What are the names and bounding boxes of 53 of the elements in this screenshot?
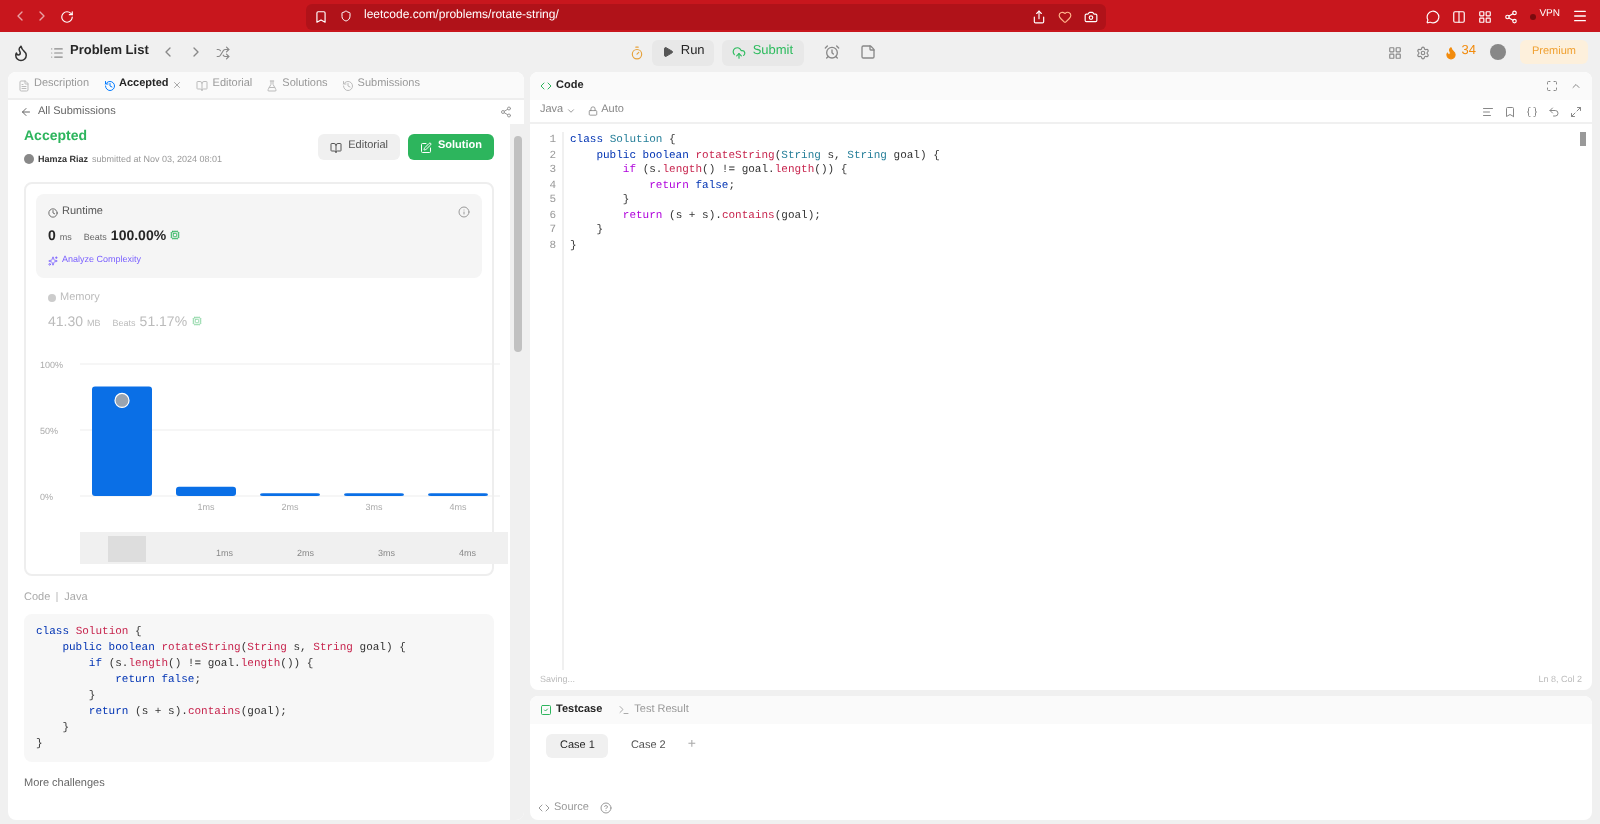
chevron-down-icon: [565, 106, 576, 116]
reload-icon[interactable]: [60, 9, 74, 23]
bookmark-icon[interactable]: [1504, 105, 1516, 117]
share-icon[interactable]: [1032, 9, 1046, 23]
bar: [92, 385, 152, 495]
range-handle[interactable]: [108, 535, 146, 561]
tab-icon: [266, 79, 279, 91]
layout-icon[interactable]: [1387, 45, 1402, 59]
note-icon[interactable]: [859, 44, 876, 60]
avatar-icon[interactable]: [1489, 44, 1506, 60]
chat-icon[interactable]: [1425, 9, 1440, 23]
site-info-icon[interactable]: [340, 10, 352, 22]
play-icon: [662, 46, 675, 58]
back-icon[interactable]: [12, 8, 28, 24]
tab-icon: [341, 79, 354, 91]
shuffle-icon[interactable]: [216, 45, 231, 59]
badge-icon: [170, 229, 181, 239]
scrollbar[interactable]: [510, 124, 524, 820]
vpn-status-icon: [1529, 13, 1536, 19]
reset-icon[interactable]: [1548, 105, 1560, 117]
back-arrow-icon: [20, 106, 32, 118]
checkbox-icon: [540, 704, 552, 716]
edit-icon: [420, 141, 432, 153]
debug-icon[interactable]: [630, 45, 645, 59]
sidebar-icon[interactable]: [1451, 9, 1466, 23]
menu-icon[interactable]: [1572, 8, 1588, 24]
book-icon: [330, 141, 343, 153]
info-icon[interactable]: [458, 206, 470, 219]
tab-icon: [103, 79, 116, 91]
format-icon[interactable]: [1482, 105, 1494, 117]
tab-icon: [196, 79, 209, 91]
cloud-upload-icon: [732, 45, 747, 59]
code-icon: [540, 80, 552, 92]
clock-icon: [48, 207, 58, 218]
badge-icon: [191, 316, 202, 326]
logo-icon[interactable]: [12, 43, 30, 61]
collapse-icon[interactable]: [1570, 80, 1582, 92]
list-icon: [50, 45, 64, 59]
bar: [176, 485, 236, 495]
lock-icon: [587, 106, 598, 116]
sparkle-icon: [48, 255, 58, 266]
alarm-clock-icon[interactable]: [823, 44, 840, 60]
settings-icon[interactable]: [1415, 45, 1430, 59]
avatar-icon: [114, 391, 130, 408]
flame-icon: [1443, 45, 1458, 59]
braces-icon[interactable]: [1526, 105, 1538, 117]
forward-icon[interactable]: [34, 8, 50, 24]
code-icon: [538, 801, 550, 814]
tab-icon: [18, 79, 30, 91]
avatar-icon: [24, 154, 34, 165]
memory-icon: [48, 293, 56, 302]
share-icon[interactable]: [500, 106, 512, 118]
help-icon: [600, 801, 613, 814]
